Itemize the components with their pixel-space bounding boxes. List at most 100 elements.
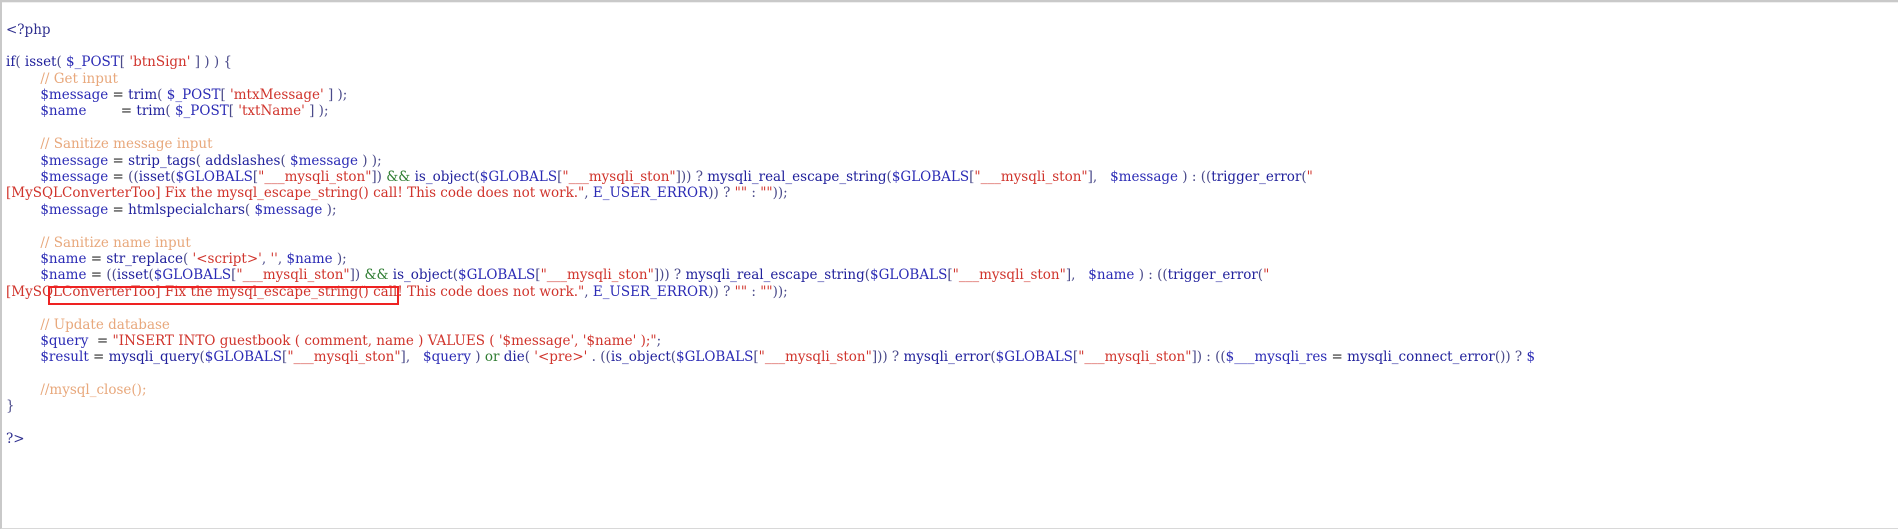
code-token: 'mtxMessage' — [230, 87, 324, 104]
code-token: "INSERT INTO guestbook ( comment, name )… — [112, 332, 657, 349]
code-token: $query — [422, 349, 471, 366]
code-line: $name = str_replace( '<script>', '', $na… — [6, 251, 1898, 267]
code-token: mysqli_connect_error — [1347, 349, 1495, 366]
code-token: 'txtName' — [238, 103, 305, 120]
code-line: if( isset( $_POST[ 'btnSign' ] ) ) { — [6, 54, 1898, 70]
code-token: $_POST — [166, 87, 221, 104]
code-line: $query = "INSERT INTO guestbook ( commen… — [6, 333, 1898, 349]
code-token: ]) — [371, 169, 387, 186]
code-token: trigger_error — [1167, 267, 1258, 284]
code-token: $message — [290, 152, 358, 169]
code-token: // Update database — [6, 316, 170, 333]
code-line: <?php — [6, 22, 1898, 38]
code-token: "___mysqli_ston" — [562, 169, 676, 186]
code-token: ( — [15, 54, 25, 71]
code-token: $GLOBALS — [204, 349, 283, 366]
code-token: [MySQLConverterToo] Fix the mysql_escape… — [6, 185, 585, 202]
code-token: = — [86, 103, 137, 120]
code-line: $message = htmlspecialchars( $message ); — [6, 202, 1898, 218]
code-token: $GLOBALS — [676, 349, 754, 366]
code-token: = — [1327, 349, 1348, 366]
code-token: ()) ? — [1494, 349, 1527, 366]
code-token: ])) ? — [653, 267, 686, 284]
code-token: = — [108, 169, 129, 186]
code-token: $query — [40, 332, 89, 349]
code-token: is_object — [414, 169, 475, 186]
code-token: mysqli_query — [108, 349, 200, 366]
code-token: ); — [332, 250, 347, 267]
code-token: )) ? — [708, 185, 735, 202]
code-token: addslashes — [205, 152, 281, 169]
code-token: ( — [56, 54, 67, 71]
code-token: $_POST — [66, 54, 120, 71]
code-token: $name — [40, 103, 87, 120]
code-token: is_object — [392, 267, 453, 284]
code-token: ], — [400, 349, 423, 366]
code-line: ?> — [6, 431, 1898, 447]
code-token: ])) ? — [871, 349, 904, 366]
code-token: ( — [182, 250, 193, 267]
code-token: "" — [734, 283, 748, 300]
code-token: $message — [40, 87, 109, 104]
code-token: mysqli_real_escape_string — [707, 169, 887, 186]
code-token: $name — [286, 250, 333, 267]
code-token: ?> — [6, 431, 25, 448]
code-token: } — [6, 398, 15, 415]
code-token: E_USER_ERROR — [592, 283, 709, 300]
code-token: [ — [228, 103, 239, 120]
code-token: = — [108, 201, 129, 218]
code-line: // Update database — [6, 317, 1898, 333]
code-token: (( — [128, 169, 139, 186]
code-token: ], — [1087, 169, 1111, 186]
code-token: "___mysqli_ston" — [758, 349, 872, 366]
code-line: // Sanitize message input — [6, 136, 1898, 152]
code-token: " — [1306, 169, 1313, 186]
code-token: mysqli_real_escape_string — [685, 267, 865, 284]
code-token: $message — [254, 201, 323, 218]
code-token: "___mysqli_ston" — [540, 267, 654, 284]
code-token: trigger_error — [1211, 169, 1302, 186]
code-token: htmlspecialchars — [128, 201, 245, 218]
code-token: isset — [138, 169, 171, 186]
code-line: [MySQLConverterToo] Fix the mysql_escape… — [6, 284, 1898, 300]
code-token: $name — [1088, 267, 1135, 284]
code-line: // Get input — [6, 71, 1898, 87]
code-token: = — [86, 267, 107, 284]
code-token: ], — [1065, 267, 1089, 284]
code-token: '<script>' — [192, 250, 262, 267]
code-token: ] ); — [304, 103, 329, 120]
code-token: $name — [40, 250, 87, 267]
code-token: or — [484, 349, 500, 366]
code-token: "" — [734, 185, 748, 202]
code-token: ])) ? — [675, 169, 708, 186]
code-token: $GLOBALS — [175, 169, 253, 186]
code-token: ] ); — [323, 87, 348, 104]
code-token: <?php — [6, 21, 51, 38]
code-token: trim — [136, 103, 166, 120]
code-token: $message — [40, 152, 109, 169]
code-token: $ — [1526, 349, 1536, 366]
code-text-area[interactable]: <?php if( isset( $_POST[ 'btnSign' ] ) )… — [6, 22, 1898, 515]
code-line: } — [6, 398, 1898, 414]
code-token: : — [747, 283, 761, 300]
code-token: ( — [195, 152, 206, 169]
code-token: isset — [24, 54, 57, 71]
code-token: "___mysqli_ston" — [952, 267, 1066, 284]
code-token: )) ? — [708, 283, 735, 300]
php-source-code-viewer[interactable]: <?php if( isset( $_POST[ 'btnSign' ] ) )… — [0, 0, 1898, 529]
code-token: strip_tags — [128, 152, 196, 169]
code-line: $message = strip_tags( addslashes( $mess… — [6, 153, 1898, 169]
code-token: die — [503, 349, 525, 366]
code-token: ]) — [349, 267, 365, 284]
code-token: $GLOBALS — [870, 267, 948, 284]
code-token: "___mysqli_ston" — [236, 267, 350, 284]
code-token: $GLOBALS — [995, 349, 1073, 366]
code-token: , — [277, 250, 287, 267]
